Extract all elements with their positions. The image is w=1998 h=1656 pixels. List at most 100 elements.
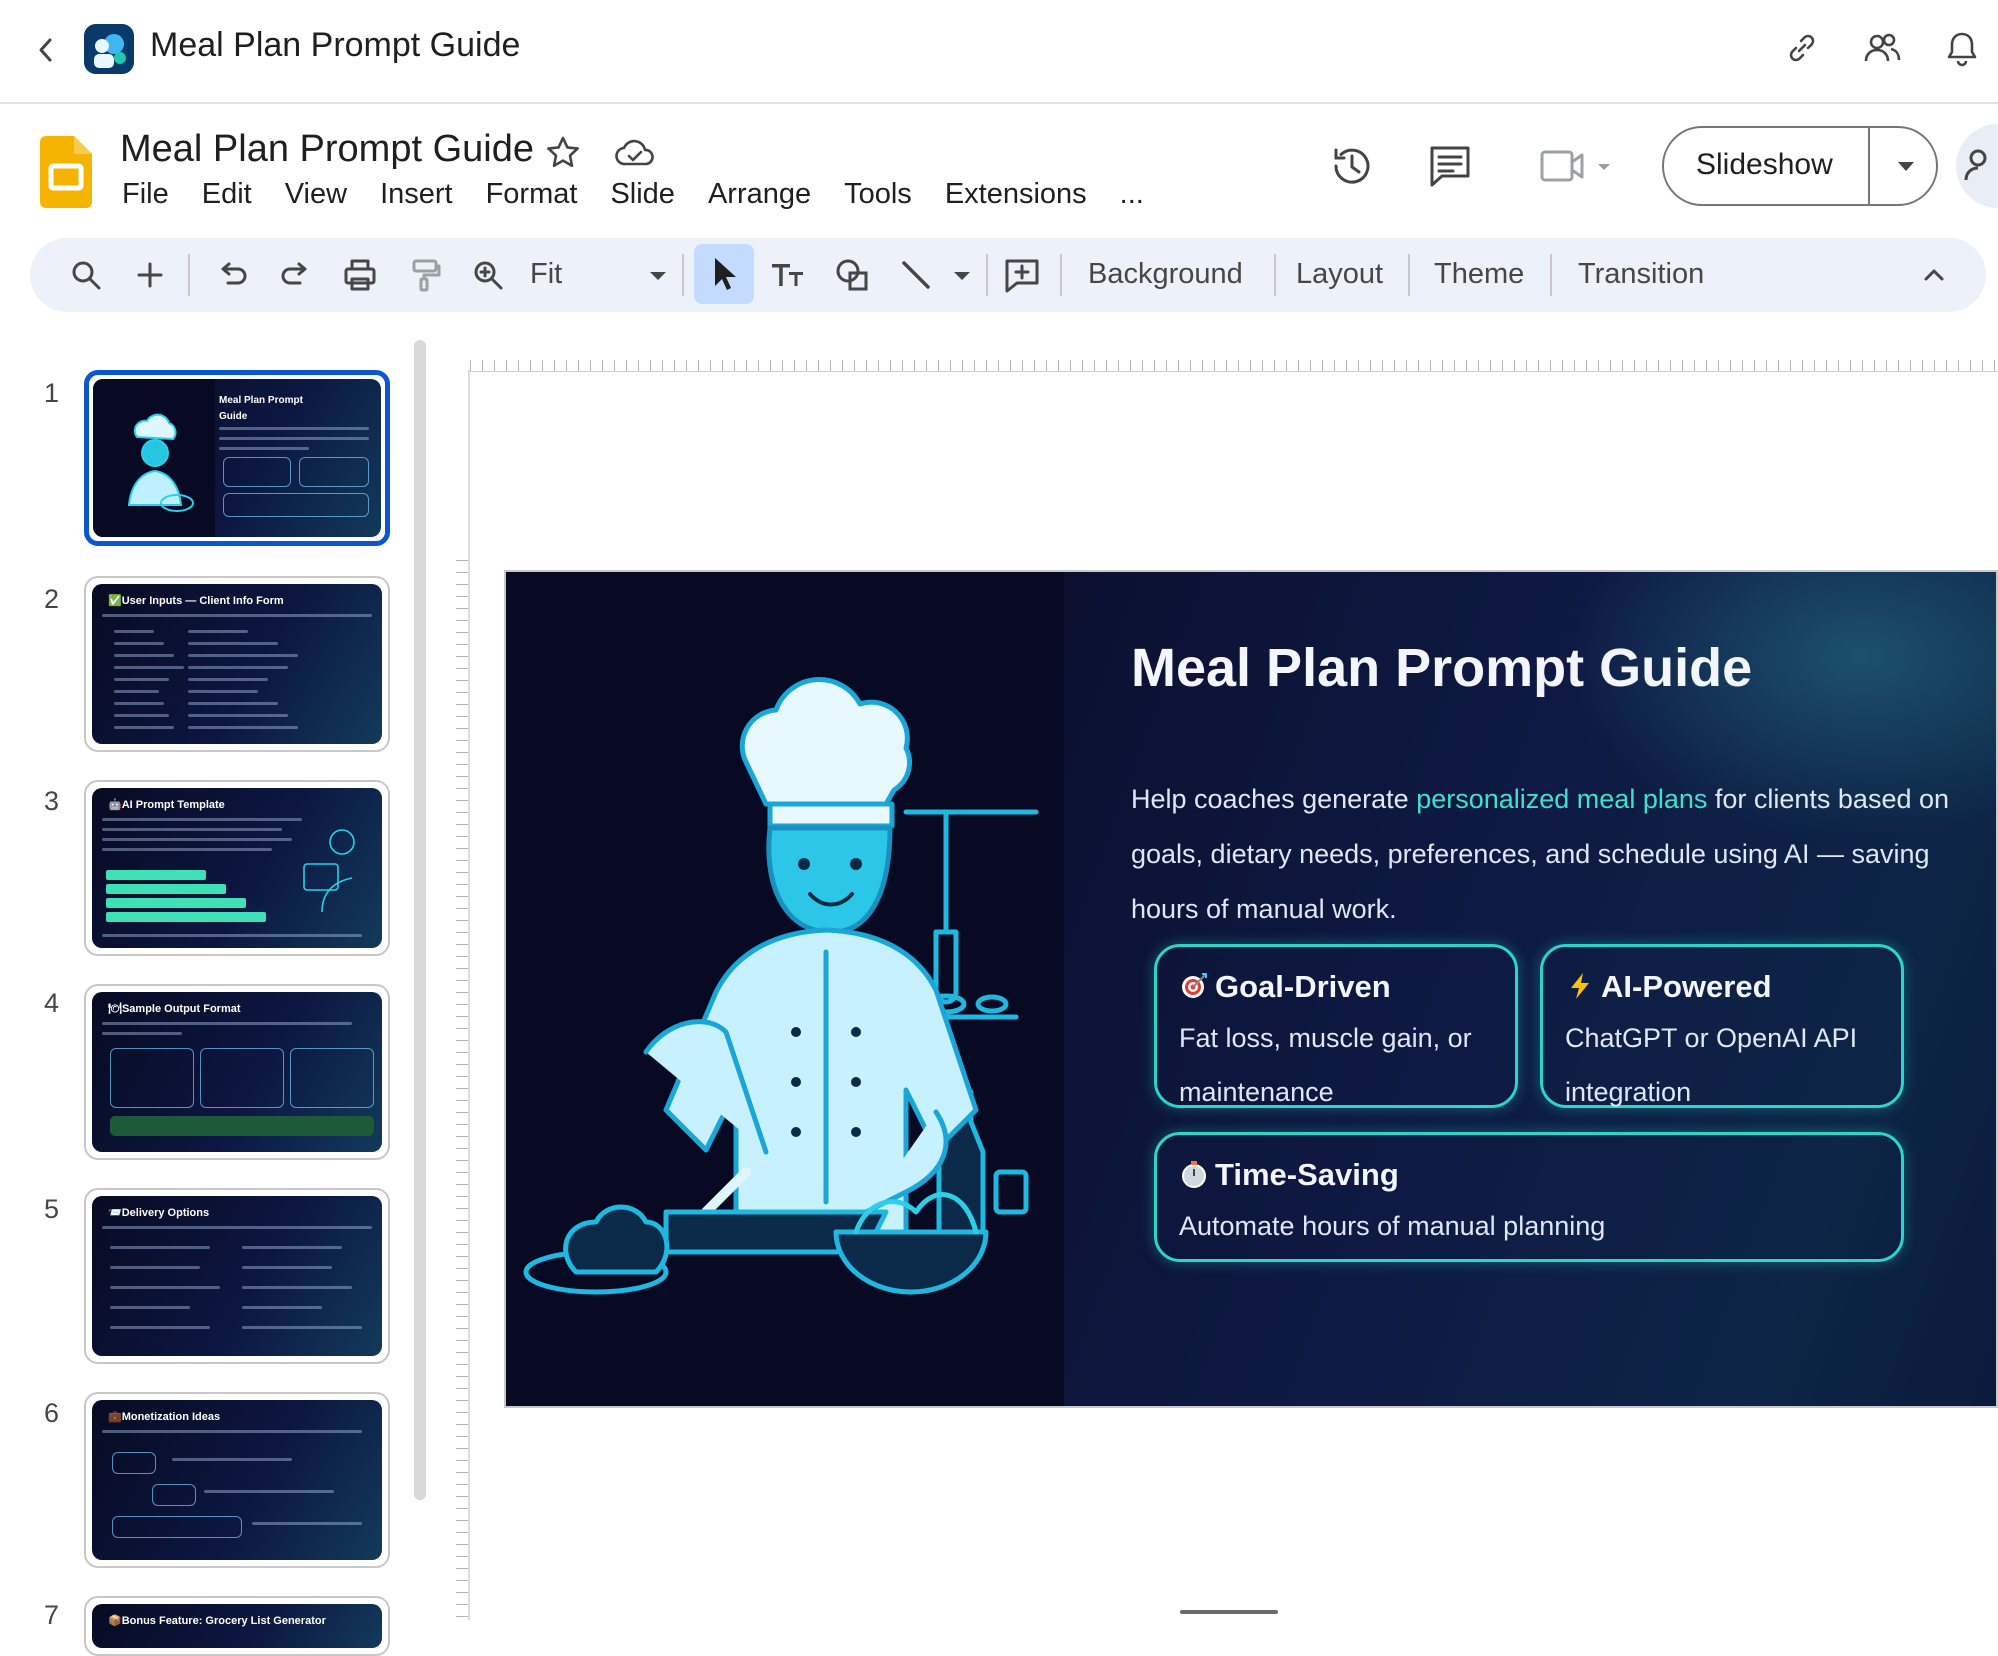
toolbar-divider bbox=[1060, 254, 1062, 296]
people-icon[interactable] bbox=[1862, 28, 1902, 68]
card-title: Time-Saving bbox=[1179, 1157, 1399, 1193]
slide-thumbnail-3[interactable]: 🤖AI Prompt Template bbox=[84, 780, 390, 956]
desc-text: Help coaches generate bbox=[1131, 784, 1417, 814]
horizontal-ruler bbox=[470, 350, 1998, 372]
card-ai-powered[interactable]: AI-Powered ChatGPT or OpenAI API integra… bbox=[1540, 944, 1904, 1108]
link-icon[interactable] bbox=[1782, 28, 1822, 68]
zoom-dropdown-icon[interactable] bbox=[638, 255, 678, 295]
document-title[interactable]: Meal Plan Prompt Guide bbox=[120, 128, 534, 171]
thumb-2-title: ✅User Inputs — Client Info Form bbox=[108, 595, 284, 607]
menu-view[interactable]: View bbox=[285, 178, 347, 211]
card-body: Fat loss, muscle gain, or maintenance bbox=[1179, 1023, 1472, 1107]
transition-button[interactable]: Transition bbox=[1578, 258, 1704, 291]
menu-edit[interactable]: Edit bbox=[202, 178, 252, 211]
app-bar: Meal Plan Prompt Guide bbox=[0, 0, 1998, 104]
line-dropdown-icon[interactable] bbox=[942, 255, 982, 295]
menu-slide[interactable]: Slide bbox=[610, 178, 675, 211]
star-icon[interactable] bbox=[544, 134, 582, 172]
card-body: Automate hours of manual planning bbox=[1179, 1211, 1606, 1241]
layout-button[interactable]: Layout bbox=[1296, 258, 1383, 291]
select-tool-button[interactable] bbox=[694, 244, 754, 304]
thumb-6-title: 💼Monetization Ideas bbox=[108, 1411, 221, 1423]
shape-icon[interactable] bbox=[832, 255, 872, 295]
slides-logo-icon[interactable] bbox=[40, 136, 92, 208]
card-title: AI-Powered bbox=[1565, 969, 1772, 1005]
slide-thumbnail-6[interactable]: 💼Monetization Ideas bbox=[84, 1392, 390, 1568]
print-icon[interactable] bbox=[340, 255, 380, 295]
toolbar-divider bbox=[682, 254, 684, 296]
text-box-icon[interactable] bbox=[768, 255, 808, 295]
chevron-down-icon[interactable] bbox=[1894, 156, 1918, 176]
menu-insert[interactable]: Insert bbox=[380, 178, 453, 211]
chef-illustration bbox=[506, 572, 1064, 1406]
vertical-ruler bbox=[456, 560, 468, 1620]
paint-format-icon[interactable] bbox=[404, 255, 444, 295]
menu-tools[interactable]: Tools bbox=[844, 178, 912, 211]
desc-highlight: personalized meal plans bbox=[1416, 784, 1708, 814]
slide-number: 6 bbox=[44, 1398, 60, 1428]
collapse-toolbar-icon[interactable] bbox=[1914, 255, 1954, 295]
menu-more[interactable]: ... bbox=[1120, 178, 1144, 211]
theme-button[interactable]: Theme bbox=[1434, 258, 1524, 291]
canvas-edge bbox=[468, 370, 470, 1620]
current-slide[interactable]: Meal Plan Prompt Guide Help coaches gene… bbox=[504, 570, 1998, 1408]
slide-number: 7 bbox=[44, 1600, 60, 1630]
thumb-7-title: 📦Bonus Feature: Grocery List Generator bbox=[108, 1615, 326, 1627]
menu-extensions[interactable]: Extensions bbox=[945, 178, 1087, 211]
toolbar-divider bbox=[1408, 254, 1410, 296]
toolbar-divider bbox=[188, 254, 190, 296]
slide-thumbnail-content: 🤖AI Prompt Template bbox=[92, 788, 382, 948]
slide-thumbnail-content: 📦Bonus Feature: Grocery List Generator bbox=[92, 1604, 382, 1648]
toolbar-divider bbox=[1274, 254, 1276, 296]
card-time-saving[interactable]: Time-Saving Automate hours of manual pla… bbox=[1154, 1132, 1904, 1262]
menu-file[interactable]: File bbox=[122, 178, 169, 211]
zoom-icon[interactable] bbox=[468, 255, 508, 295]
slideshow-label: Slideshow bbox=[1696, 148, 1833, 181]
card-goal-driven[interactable]: Goal-Driven Fat loss, muscle gain, or ma… bbox=[1154, 944, 1518, 1108]
redo-icon[interactable] bbox=[276, 255, 316, 295]
slide-number: 2 bbox=[44, 584, 60, 614]
meet-camera-icon[interactable] bbox=[1536, 146, 1616, 194]
line-icon[interactable] bbox=[896, 255, 936, 295]
menu-bar: File Edit View Insert Format Slide Arran… bbox=[122, 178, 1177, 211]
slide-description[interactable]: Help coaches generate personalized meal … bbox=[1131, 772, 1971, 937]
slide-thumbnail-content: 📨Delivery Options bbox=[92, 1196, 382, 1356]
slide-thumbnail-1[interactable]: Meal Plan Prompt Guide bbox=[84, 370, 390, 546]
back-icon[interactable] bbox=[30, 30, 62, 70]
search-icon[interactable] bbox=[66, 255, 106, 295]
slide-thumbnail-7[interactable]: 📦Bonus Feature: Grocery List Generator bbox=[84, 1596, 390, 1656]
lightning-icon bbox=[1565, 971, 1595, 1001]
slide-thumbnail-2[interactable]: ✅User Inputs — Client Info Form bbox=[84, 576, 390, 752]
card-title-text: AI-Powered bbox=[1601, 969, 1772, 1004]
slideshow-button[interactable]: Slideshow bbox=[1662, 126, 1938, 206]
slide-thumbnail-content: 💼Monetization Ideas bbox=[92, 1400, 382, 1560]
zoom-select-label[interactable]: Fit bbox=[530, 258, 562, 291]
slide-thumbnail-content: 🍽Sample Output Format bbox=[92, 992, 382, 1152]
bell-icon[interactable] bbox=[1942, 28, 1982, 68]
thumb-3-title: 🤖AI Prompt Template bbox=[108, 799, 225, 811]
app-title: Meal Plan Prompt Guide bbox=[150, 26, 521, 64]
insert-comment-icon[interactable] bbox=[1002, 255, 1042, 295]
stopwatch-icon bbox=[1179, 1159, 1209, 1189]
slide-number: 3 bbox=[44, 786, 60, 816]
toolbar-divider bbox=[986, 254, 988, 296]
slide-number: 4 bbox=[44, 988, 60, 1018]
toolbar-divider bbox=[1550, 254, 1552, 296]
slide-title[interactable]: Meal Plan Prompt Guide bbox=[1131, 628, 1931, 708]
comments-icon[interactable] bbox=[1426, 142, 1474, 190]
slide-thumbnail-5[interactable]: 📨Delivery Options bbox=[84, 1188, 390, 1364]
cloud-saved-icon[interactable] bbox=[614, 134, 656, 172]
filmstrip-scrollbar[interactable] bbox=[414, 340, 426, 1500]
menu-arrange[interactable]: Arrange bbox=[708, 178, 811, 211]
card-title-text: Time-Saving bbox=[1215, 1157, 1399, 1192]
app-logo bbox=[84, 24, 134, 74]
version-history-icon[interactable] bbox=[1328, 142, 1376, 190]
thumb-4-title: 🍽Sample Output Format bbox=[108, 1003, 241, 1015]
new-slide-icon[interactable] bbox=[130, 255, 170, 295]
share-button[interactable] bbox=[1956, 124, 1998, 208]
undo-icon[interactable] bbox=[212, 255, 252, 295]
menu-format[interactable]: Format bbox=[486, 178, 578, 211]
background-button[interactable]: Background bbox=[1088, 258, 1243, 291]
slide-thumbnail-4[interactable]: 🍽Sample Output Format bbox=[84, 984, 390, 1160]
slide-thumbnail-content: ✅User Inputs — Client Info Form bbox=[92, 584, 382, 744]
